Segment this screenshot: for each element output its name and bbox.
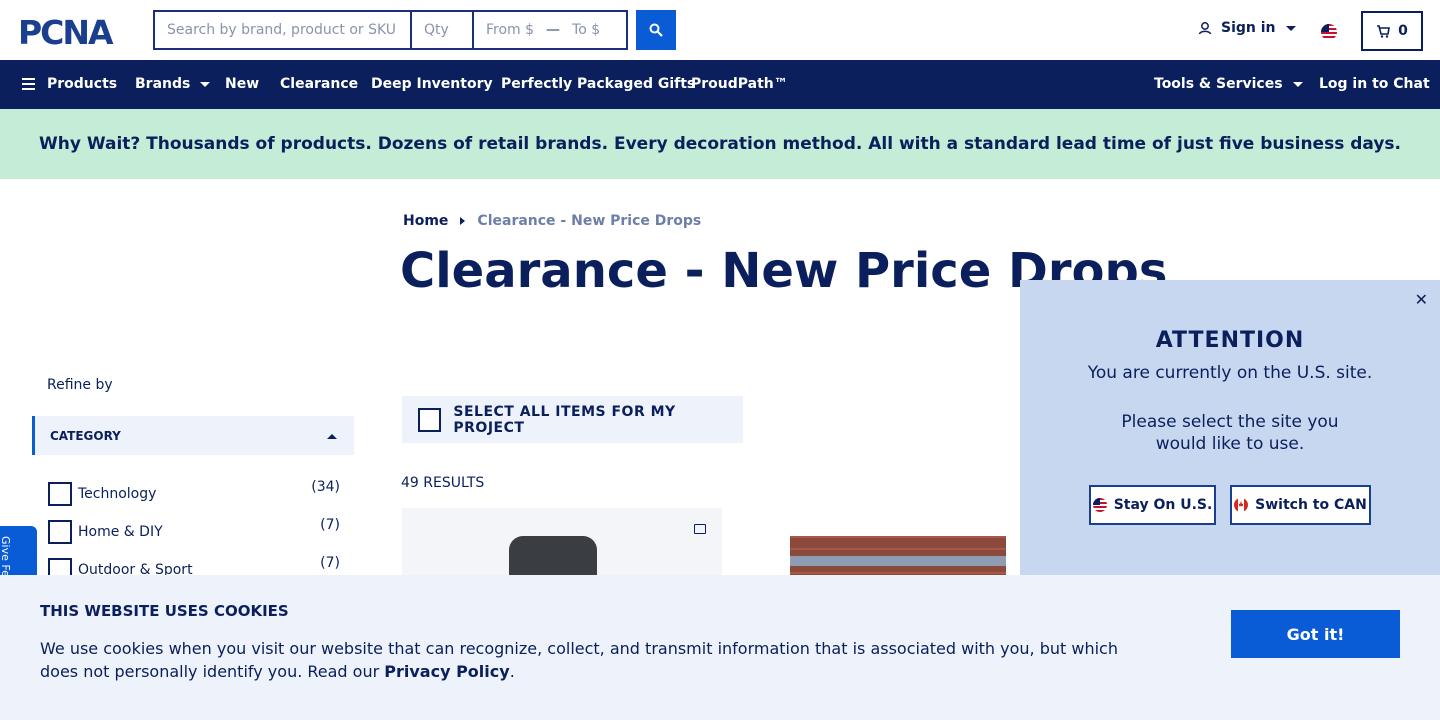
nav-tools-label: Tools & Services: [1154, 76, 1283, 92]
promo-banner: Why Wait? Thousands of products. Dozens …: [0, 109, 1440, 179]
nav-clearance[interactable]: Clearance: [280, 76, 358, 92]
category-count: (7): [320, 517, 340, 533]
results-count: 49 RESULTS: [401, 475, 485, 491]
chevron-up-icon: [327, 434, 337, 439]
hamburger-icon: [22, 78, 35, 90]
switch-can-label: Switch to CAN: [1255, 497, 1367, 513]
chevron-down-icon: [1292, 81, 1303, 87]
attention-prompt-line2: would like to use.: [1155, 434, 1305, 454]
price-from-input[interactable]: From $: [486, 22, 534, 38]
nav-new[interactable]: New: [225, 76, 259, 92]
qty-input[interactable]: Qty: [411, 10, 473, 50]
search-button[interactable]: [636, 10, 676, 50]
attention-message: You are currently on the U.S. site.: [1087, 363, 1373, 383]
range-dash: —: [546, 22, 561, 38]
category-filter-title: CATEGORY: [50, 428, 121, 443]
close-icon[interactable]: ✕: [1415, 290, 1428, 309]
site-selector-popup: ✕ ATTENTION You are currently on the U.S…: [1020, 280, 1440, 580]
nav-chat-login[interactable]: Log in to Chat: [1319, 76, 1430, 92]
search-icon: [649, 23, 663, 37]
cart-icon: [1377, 24, 1391, 38]
chevron-down-icon: [1285, 25, 1296, 31]
category-filter-item[interactable]: Technology (34): [48, 479, 340, 506]
price-to-input[interactable]: To $: [572, 22, 600, 38]
category-count: (7): [320, 555, 340, 571]
select-all-label: SELECT ALL ITEMS FOR MY PROJECT: [453, 403, 676, 436]
cookie-banner: THIS WEBSITE USES COOKIES We use cookies…: [0, 575, 1440, 720]
search-bar: Search by brand, product or SKU Qty From…: [153, 10, 676, 50]
product-image-detail: [790, 556, 1006, 566]
category-filter-header[interactable]: CATEGORY: [32, 416, 354, 455]
filter-checkbox[interactable]: [48, 520, 72, 544]
cart-button[interactable]: 0: [1361, 11, 1423, 51]
attention-title: ATTENTION: [1155, 328, 1305, 353]
folder-icon[interactable]: [694, 524, 706, 534]
user-icon: [1198, 22, 1212, 35]
chevron-down-icon: [200, 81, 211, 87]
cookie-body: We use cookies when you visit our websit…: [40, 639, 1118, 681]
accept-cookies-button[interactable]: Got it!: [1231, 610, 1400, 658]
cookie-body-end: .: [509, 662, 515, 681]
breadcrumb: Home Clearance - New Price Drops: [403, 213, 701, 229]
sign-in-label: Sign in: [1221, 20, 1276, 36]
nav-tools-services[interactable]: Tools & Services: [1154, 76, 1303, 92]
main-nav: Products Brands New Clearance Deep Inven…: [0, 60, 1440, 109]
filter-checkbox[interactable]: [48, 482, 72, 506]
pcna-logo[interactable]: PCNA: [18, 14, 136, 48]
nav-brands-label: Brands: [135, 76, 191, 92]
promo-banner-text: Why Wait? Thousands of products. Dozens …: [38, 134, 1402, 154]
category-label: Technology: [78, 486, 157, 502]
category-count: (34): [311, 479, 340, 495]
cookie-title: THIS WEBSITE USES COOKIES: [40, 602, 289, 620]
category-label: Home & DIY: [78, 524, 163, 540]
privacy-policy-link[interactable]: Privacy Policy: [384, 662, 509, 681]
category-filter-item[interactable]: Home & DIY (7): [48, 517, 340, 544]
select-all-project[interactable]: SELECT ALL ITEMS FOR MY PROJECT: [402, 396, 743, 443]
nav-deep-inventory[interactable]: Deep Inventory: [371, 76, 493, 92]
price-range: From $ — To $: [473, 10, 628, 50]
us-flag-icon[interactable]: [1321, 24, 1337, 40]
cart-count: 0: [1398, 23, 1408, 39]
cookie-text: We use cookies when you visit our websit…: [40, 637, 1140, 683]
search-input[interactable]: Search by brand, product or SKU: [153, 10, 411, 50]
refine-by-label: Refine by: [47, 377, 113, 393]
site-header: PCNA Search by brand, product or SKU Qty…: [0, 0, 1440, 60]
nav-perfectly-packaged-gifts[interactable]: Perfectly Packaged Gifts: [501, 76, 695, 92]
nav-brands[interactable]: Brands: [135, 76, 211, 92]
nav-products-label: Products: [47, 76, 118, 92]
attention-prompt-line1: Please select the site you: [1121, 412, 1339, 432]
chevron-right-icon: [460, 217, 466, 225]
breadcrumb-home[interactable]: Home: [403, 213, 448, 229]
canada-flag-icon: [1234, 498, 1249, 512]
switch-can-button[interactable]: Switch to CAN: [1230, 485, 1371, 525]
nav-products[interactable]: Products: [22, 76, 117, 92]
stay-us-label: Stay On U.S.: [1113, 497, 1213, 513]
stay-us-button[interactable]: Stay On U.S.: [1089, 485, 1216, 525]
sign-in-menu[interactable]: Sign in: [1198, 20, 1296, 36]
us-flag-icon: [1092, 498, 1107, 512]
breadcrumb-current: Clearance - New Price Drops: [477, 213, 702, 229]
select-all-checkbox[interactable]: [418, 407, 442, 432]
nav-proudpath[interactable]: ProudPath™: [691, 76, 788, 92]
svg-text:PCNA: PCNA: [18, 14, 114, 48]
